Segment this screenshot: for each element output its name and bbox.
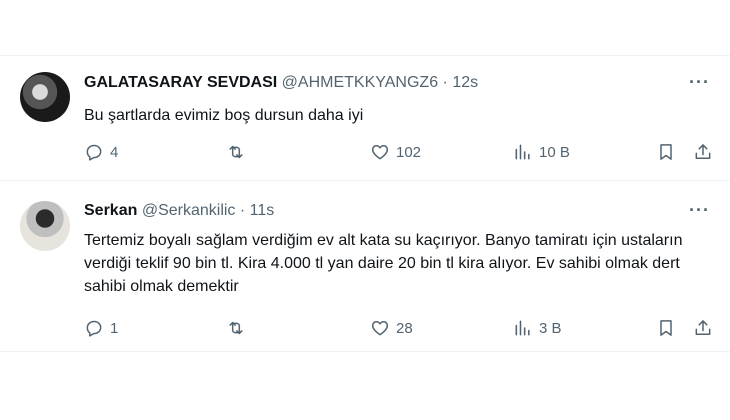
reply-count: 1 <box>110 319 119 337</box>
avatar[interactable] <box>20 72 70 122</box>
reply-button[interactable]: 1 <box>84 318 118 338</box>
more-dots-icon[interactable]: ··· <box>689 200 710 221</box>
timestamp[interactable]: 11s <box>250 202 275 219</box>
like-count: 28 <box>396 319 413 337</box>
views-bar-chart-icon <box>515 144 530 160</box>
reply-button[interactable]: 4 <box>84 142 118 162</box>
tweet-actions: 1 28 3 B <box>84 318 714 342</box>
views-button[interactable]: 10 B <box>513 142 570 162</box>
tweet-text: Bu şartlarda evimiz boş dursun daha iyi <box>84 107 364 124</box>
bookmark-icon <box>660 144 672 160</box>
views-button[interactable]: 3 B <box>513 318 562 338</box>
tweet[interactable]: Serkan @Serkankilic · 11s ··· Tertemiz b… <box>0 181 730 351</box>
tweet-header: Serkan @Serkankilic · 11s <box>84 202 274 220</box>
display-name[interactable]: Serkan <box>84 202 137 219</box>
reply-count: 4 <box>110 143 119 161</box>
reply-icon <box>86 320 102 337</box>
more-dots-icon[interactable]: ··· <box>689 72 710 93</box>
view-count: 10 B <box>539 143 570 161</box>
heart-icon <box>371 321 389 336</box>
heart-icon <box>371 145 389 160</box>
share-button[interactable] <box>693 318 713 338</box>
share-icon <box>695 320 711 335</box>
like-count: 102 <box>396 143 422 161</box>
like-button[interactable]: 28 <box>370 318 413 338</box>
reply-icon <box>86 144 102 161</box>
tweet-text: Tertemiz boyalı sağlam verdiğim ev alt k… <box>84 232 683 295</box>
retweet-icon <box>229 321 243 335</box>
views-bar-chart-icon <box>515 320 530 336</box>
bookmark-button[interactable] <box>656 142 676 162</box>
retweet-icon <box>229 145 243 159</box>
user-handle[interactable]: @Serkankilic <box>142 202 236 219</box>
retweet-button[interactable] <box>226 318 246 338</box>
tweet-actions: 4 102 10 B <box>84 142 714 166</box>
bookmark-icon <box>660 320 672 336</box>
display-name[interactable]: GALATASARAY SEVDASI <box>84 74 277 91</box>
tweet-header: GALATASARAY SEVDASI @AHMETKKYANGZ6 · 12s <box>84 74 478 92</box>
avatar[interactable] <box>20 201 70 251</box>
share-button[interactable] <box>693 142 713 162</box>
user-handle[interactable]: @AHMETKKYANGZ6 <box>282 74 438 91</box>
bottom-divider <box>0 351 730 352</box>
timestamp[interactable]: 12s <box>452 74 478 91</box>
retweet-button[interactable] <box>226 142 246 162</box>
view-count: 3 B <box>539 319 562 337</box>
tweet[interactable]: GALATASARAY SEVDASI @AHMETKKYANGZ6 · 12s… <box>0 56 730 180</box>
bookmark-button[interactable] <box>656 318 676 338</box>
like-button[interactable]: 102 <box>370 142 421 162</box>
separator-dot: · <box>239 202 246 219</box>
share-icon <box>695 144 711 159</box>
separator-dot: · <box>442 74 448 91</box>
